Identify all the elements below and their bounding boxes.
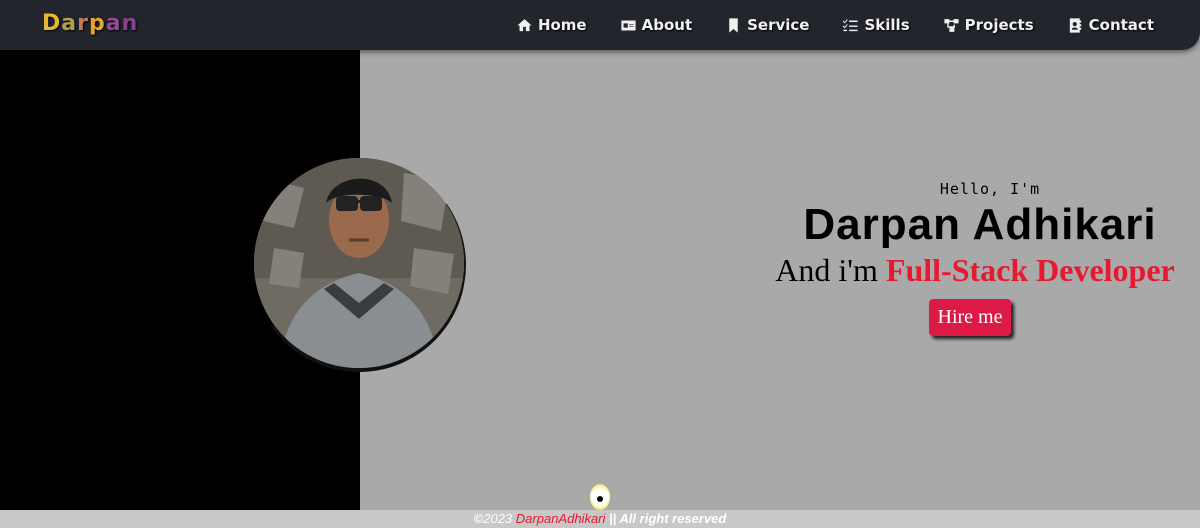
nav-projects-label: Projects [964,16,1034,34]
logo-letter: a [105,11,122,36]
bookmark-icon [729,17,738,33]
copyright-icon: © [473,511,484,526]
footer: ©2023 DarpanAdhikari || All right reserv… [0,510,1200,528]
nav-home-label: Home [537,16,587,34]
nav-home[interactable]: Home [516,16,587,34]
profile-photo [254,158,464,368]
nav-service[interactable]: Service [725,16,809,34]
hire-me-button[interactable]: Hire me [928,299,1012,336]
nav-service-label: Service [747,16,810,34]
nav-about-label: About [641,16,693,34]
footer-brand[interactable]: DarpanAdhikari [516,511,606,526]
logo[interactable]: Darpan [42,11,138,36]
logo-letter: D [42,11,62,36]
nav-skills[interactable]: Skills [842,16,910,34]
greeting: Hello, I'm [939,180,1041,198]
checklist-icon [843,18,859,31]
nav-links: Home About Service Skills Projects Conta… [483,0,1154,50]
hero-name: Darpan Adhikari [803,200,1157,249]
role-title: Full-Stack Developer [885,252,1175,288]
logo-letter: n [121,11,139,36]
hero: Hello, I'm Darpan Adhikari And i'm Full-… [720,180,1200,336]
footer-rights: || All right reserved [609,511,727,526]
nav-contact[interactable]: Contact [1067,16,1154,34]
nav-contact-label: Contact [1088,16,1154,34]
footer-year: 2023 [483,511,513,526]
nav-skills-label: Skills [864,16,910,34]
logo-letter: r [77,11,89,36]
hero-role: And i'm Full-Stack Developer [750,252,1200,289]
logo-letter: a [61,11,78,36]
address-book-icon [1069,17,1081,33]
home-icon [517,18,532,31]
logo-letter: p [88,11,106,36]
nav-projects[interactable]: Projects [943,16,1034,34]
role-prefix: And i'm [775,252,878,288]
sitemap-icon [944,18,959,32]
nav-about[interactable]: About [620,16,693,34]
id-card-icon [621,20,636,30]
cursor-highlight [590,484,610,510]
navbar: Darpan Home About Service Skills Project… [0,0,1200,50]
cursor-dot [597,496,603,502]
